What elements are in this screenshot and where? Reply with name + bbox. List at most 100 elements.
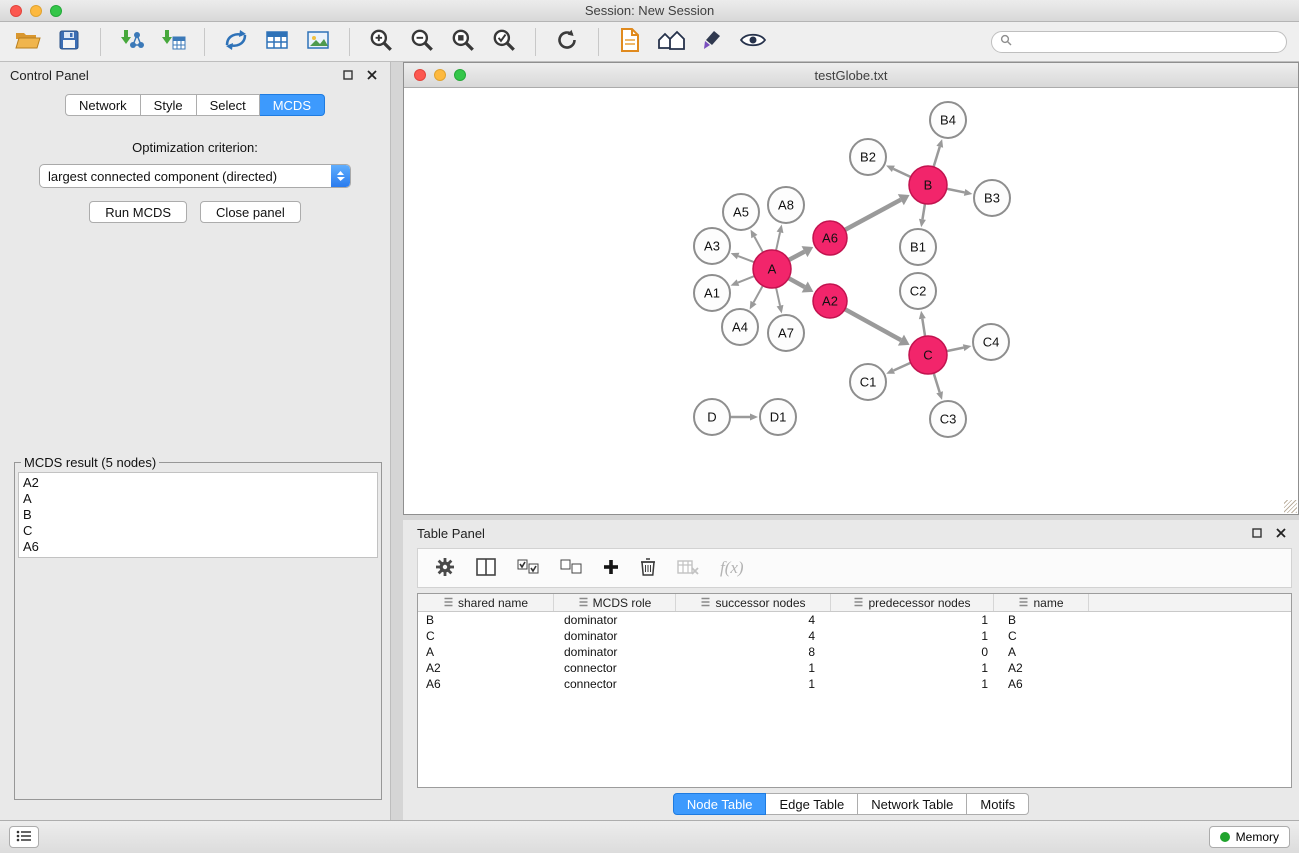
- export-image-button[interactable]: [300, 26, 336, 58]
- memory-button[interactable]: Memory: [1209, 826, 1290, 848]
- graph-edge[interactable]: [789, 252, 805, 260]
- mcds-result-item[interactable]: B: [23, 507, 373, 523]
- graph-edge[interactable]: [893, 169, 910, 177]
- mcds-result-item[interactable]: A2: [23, 475, 373, 491]
- graph-edge[interactable]: [894, 363, 911, 371]
- graph-edge-arrowhead: [777, 305, 784, 314]
- graph-edge-arrowhead: [963, 344, 972, 351]
- paint-style-button[interactable]: [694, 26, 730, 58]
- import-table-file-icon: [160, 29, 186, 54]
- open-session-icon: [15, 30, 41, 53]
- tab-edge-table[interactable]: Edge Table: [766, 793, 858, 815]
- mcds-result-item[interactable]: A: [23, 491, 373, 507]
- graph-node-label: D1: [770, 410, 787, 425]
- graph-edge[interactable]: [922, 204, 925, 220]
- table-row[interactable]: Cdominator41C: [418, 628, 1291, 644]
- zoom-network-window-button[interactable]: [454, 69, 466, 81]
- column-header-shared-name[interactable]: shared name: [418, 594, 554, 611]
- optimization-criterion-dropdown[interactable]: largest connected component (directed): [39, 164, 351, 188]
- unselect-all-button[interactable]: [560, 559, 582, 578]
- graph-edge[interactable]: [947, 189, 965, 193]
- import-network-file-button[interactable]: [114, 26, 150, 58]
- graph-node-label: C: [923, 348, 932, 363]
- tab-select[interactable]: Select: [197, 94, 260, 116]
- graph-edge[interactable]: [738, 276, 754, 283]
- float-table-panel-button[interactable]: [1249, 525, 1265, 541]
- close-panel-action-button[interactable]: Close panel: [200, 201, 301, 223]
- column-header-successor-nodes[interactable]: successor nodes: [676, 594, 831, 611]
- resize-handle[interactable]: [1284, 500, 1297, 513]
- graph-edge[interactable]: [845, 200, 901, 230]
- select-all-button[interactable]: [517, 559, 539, 578]
- close-network-window-button[interactable]: [414, 69, 426, 81]
- show-details-button[interactable]: [735, 26, 771, 58]
- mcds-result-list[interactable]: A2ABCA6: [18, 472, 378, 558]
- tab-network[interactable]: Network: [65, 94, 141, 116]
- zoom-selected-button[interactable]: [486, 26, 522, 58]
- function-builder-button[interactable]: f(x): [720, 558, 744, 578]
- network-window-controls: [414, 69, 466, 81]
- delete-row-button[interactable]: [640, 558, 656, 579]
- column-header-name[interactable]: name: [994, 594, 1089, 611]
- column-header-mcds-role[interactable]: MCDS role: [554, 594, 676, 611]
- graph-node-label: B3: [984, 191, 1000, 206]
- tab-mcds[interactable]: MCDS: [260, 94, 325, 116]
- refresh-layout-button[interactable]: [549, 26, 585, 58]
- graph-edge[interactable]: [789, 278, 805, 287]
- show-columns-button[interactable]: [476, 558, 496, 579]
- close-panel-button[interactable]: [364, 67, 380, 83]
- graph-node-label: A7: [778, 326, 794, 341]
- add-row-button[interactable]: [603, 559, 619, 578]
- graph-edge[interactable]: [934, 147, 940, 167]
- zoom-window-button[interactable]: [50, 5, 62, 17]
- zoom-in-button[interactable]: [363, 26, 399, 58]
- graph-node-label: C4: [983, 335, 1000, 350]
- zoom-out-button[interactable]: [404, 26, 440, 58]
- task-history-button[interactable]: [9, 826, 39, 848]
- table-cell: 1: [676, 677, 831, 691]
- table-row[interactable]: Adominator80A: [418, 644, 1291, 660]
- float-panel-button[interactable]: [340, 67, 356, 83]
- table-row[interactable]: A6connector11A6: [418, 676, 1291, 692]
- tab-node-table[interactable]: Node Table: [673, 793, 767, 815]
- save-session-button[interactable]: [51, 26, 87, 58]
- tab-motifs[interactable]: Motifs: [967, 793, 1029, 815]
- graph-edge[interactable]: [922, 319, 925, 337]
- graph-node-label: D: [707, 410, 716, 425]
- tab-style[interactable]: Style: [141, 94, 197, 116]
- new-network-button[interactable]: [218, 26, 254, 58]
- minimize-network-window-button[interactable]: [434, 69, 446, 81]
- network-canvas[interactable]: B4B2B3B1A5A8A3A1A4A7C2C4C1C3DD1BA6AA2C: [404, 88, 1298, 514]
- graph-edge[interactable]: [845, 309, 901, 340]
- open-session-button[interactable]: [10, 26, 46, 58]
- run-mcds-button[interactable]: Run MCDS: [89, 201, 187, 223]
- first-neighbors-button[interactable]: [612, 26, 648, 58]
- close-table-panel-button[interactable]: [1273, 525, 1289, 541]
- table-row[interactable]: A2connector11A2: [418, 660, 1291, 676]
- tab-network-table[interactable]: Network Table: [858, 793, 967, 815]
- column-header-predecessor-nodes[interactable]: predecessor nodes: [831, 594, 994, 611]
- graph-edge[interactable]: [934, 373, 940, 392]
- search-input[interactable]: [1017, 35, 1278, 49]
- birdseye-home-button[interactable]: [653, 26, 689, 58]
- graph-edge[interactable]: [738, 256, 754, 262]
- graph-edge[interactable]: [776, 232, 780, 250]
- zoom-fit-button[interactable]: [445, 26, 481, 58]
- graph-edge[interactable]: [754, 286, 763, 303]
- delete-table-button[interactable]: [677, 559, 699, 578]
- graph-node-label: A8: [778, 198, 794, 213]
- minimize-window-button[interactable]: [30, 5, 42, 17]
- close-icon: [1276, 526, 1286, 541]
- import-table-file-button[interactable]: [155, 26, 191, 58]
- mcds-result-item[interactable]: C: [23, 523, 373, 539]
- mcds-result-item[interactable]: A6: [23, 539, 373, 555]
- graph-edge[interactable]: [947, 348, 964, 352]
- new-table-button[interactable]: [259, 26, 295, 58]
- graph-edge[interactable]: [776, 288, 780, 306]
- table-settings-button[interactable]: [435, 557, 455, 580]
- close-window-button[interactable]: [10, 5, 22, 17]
- graph-edge[interactable]: [754, 237, 763, 253]
- table-cell: 1: [676, 661, 831, 675]
- table-cell: 1: [831, 677, 994, 691]
- table-row[interactable]: Bdominator41B: [418, 612, 1291, 628]
